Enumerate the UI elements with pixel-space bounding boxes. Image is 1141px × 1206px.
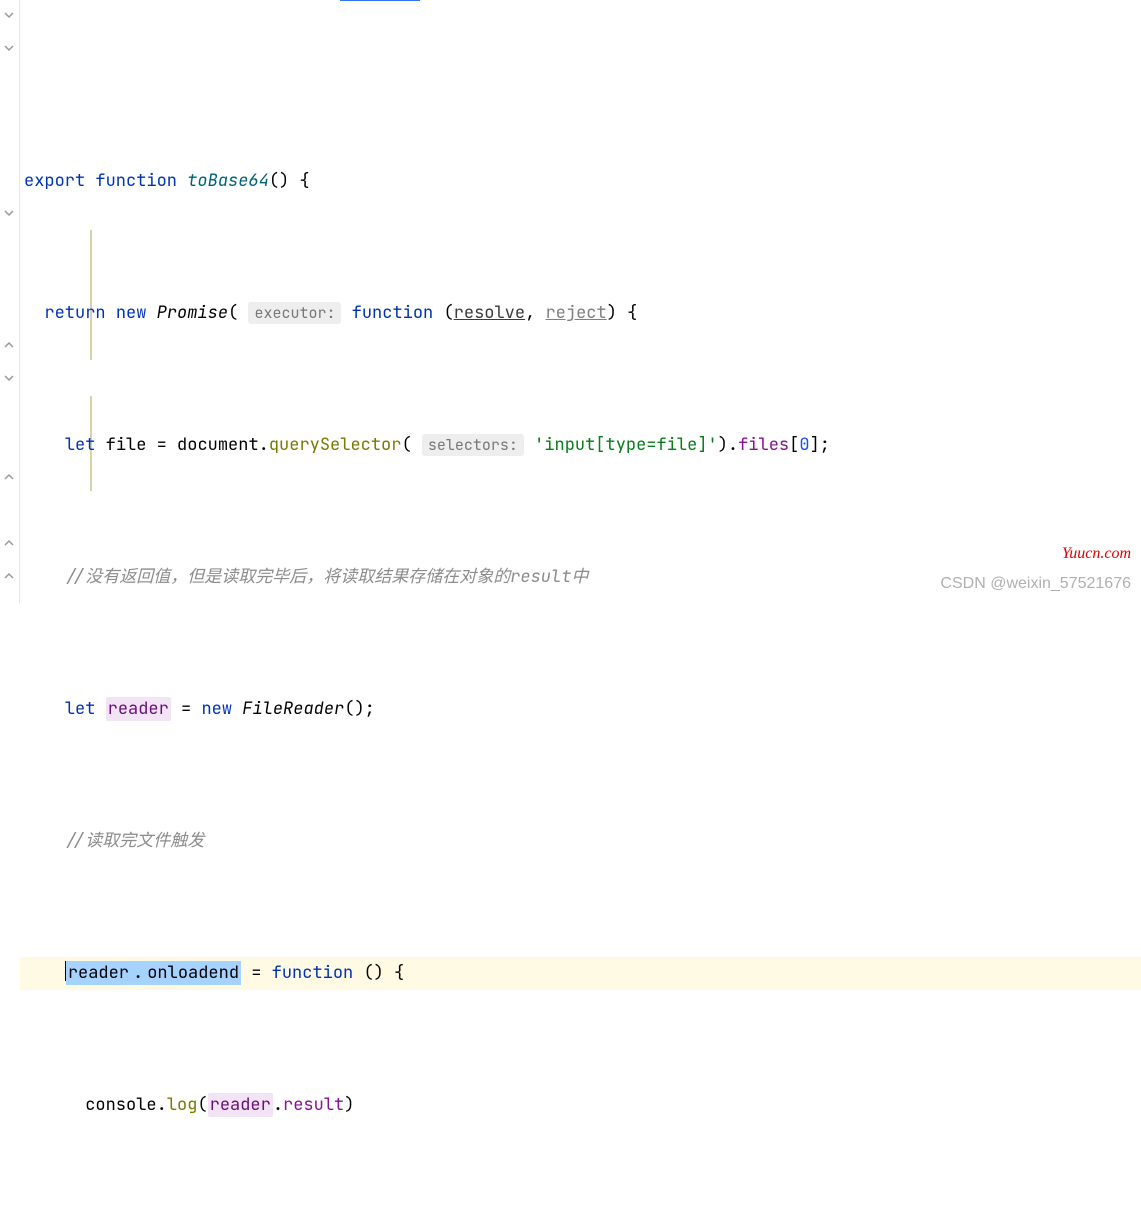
keyword-function: function [272,962,354,984]
prop-files: files [738,434,789,456]
fold-icon[interactable] [2,470,16,484]
number-literal: 0 [799,434,809,456]
param-hint-executor: executor: [248,302,341,324]
var-file: file [106,434,147,456]
param-hint-selectors: selectors: [422,434,524,456]
tail: () { [353,962,404,984]
code-line-active[interactable]: reader.onloadend = function () { [20,957,1141,990]
equals: = [171,698,202,720]
code-line[interactable]: let file = document.querySelector( selec… [20,429,1141,462]
parens: () [269,170,289,192]
equals: = [241,962,272,984]
var-reader: reader [106,697,171,721]
param-resolve: resolve [454,302,525,324]
prop-result: result [283,1094,344,1116]
string-literal: 'input[type=file]' [534,434,718,456]
param-reject: reject [545,302,606,324]
code-editor[interactable]: export function toBase64() { return new … [20,0,1141,1206]
keyword-function: function [95,170,177,192]
comment: //没有返回值，但是读取完毕后，将读取结果存储在对象的result中 [65,566,589,588]
code-line[interactable]: export function toBase64() { [20,165,1141,198]
tail: ) [344,1094,354,1116]
code-line[interactable]: return new Promise( executor: function (… [20,297,1141,330]
code-line[interactable]: console.log(reader.result) [20,1089,1141,1122]
watermark-site: Yuucn.com [1062,545,1131,563]
brace: { [289,170,309,192]
fold-icon[interactable] [2,338,16,352]
ident-console: console [85,1094,156,1116]
fold-icon[interactable] [2,8,16,22]
var-reader: reader [208,1093,273,1117]
method-queryselector: querySelector [269,434,402,456]
fold-icon[interactable] [2,569,16,583]
equals: = [146,434,177,456]
editor-gutter [0,0,20,603]
watermark-csdn: CSDN @weixin_57521676 [940,575,1131,593]
code-line[interactable]: let reader = new FileReader(); [20,693,1141,726]
ident-document: document [177,434,259,456]
type-filereader: FileReader [242,698,344,720]
tail: ]; [810,434,830,456]
keyword-let: let [65,434,96,456]
keyword-return: return [44,302,105,324]
fold-icon[interactable] [2,371,16,385]
prop-onloadend: onloadend [145,961,241,985]
tail: ) { [607,302,638,324]
keyword-export: export [24,170,85,192]
var-reader-selected: reader [66,961,131,985]
fold-icon[interactable] [2,536,16,550]
function-name: toBase64 [187,170,269,192]
keyword-let: let [65,698,96,720]
tail: (); [344,698,375,720]
fold-icon[interactable] [2,41,16,55]
method-log: log [167,1094,198,1116]
type-promise: Promise [157,302,228,324]
comment: //读取完文件触发 [65,830,204,852]
fold-icon[interactable] [2,206,16,220]
keyword-new: new [116,302,147,324]
indent-guide [90,230,92,360]
code-line[interactable]: //读取完文件触发 [20,825,1141,858]
text-cursor [65,961,66,981]
keyword-new: new [201,698,232,720]
keyword-function: function [352,302,434,324]
